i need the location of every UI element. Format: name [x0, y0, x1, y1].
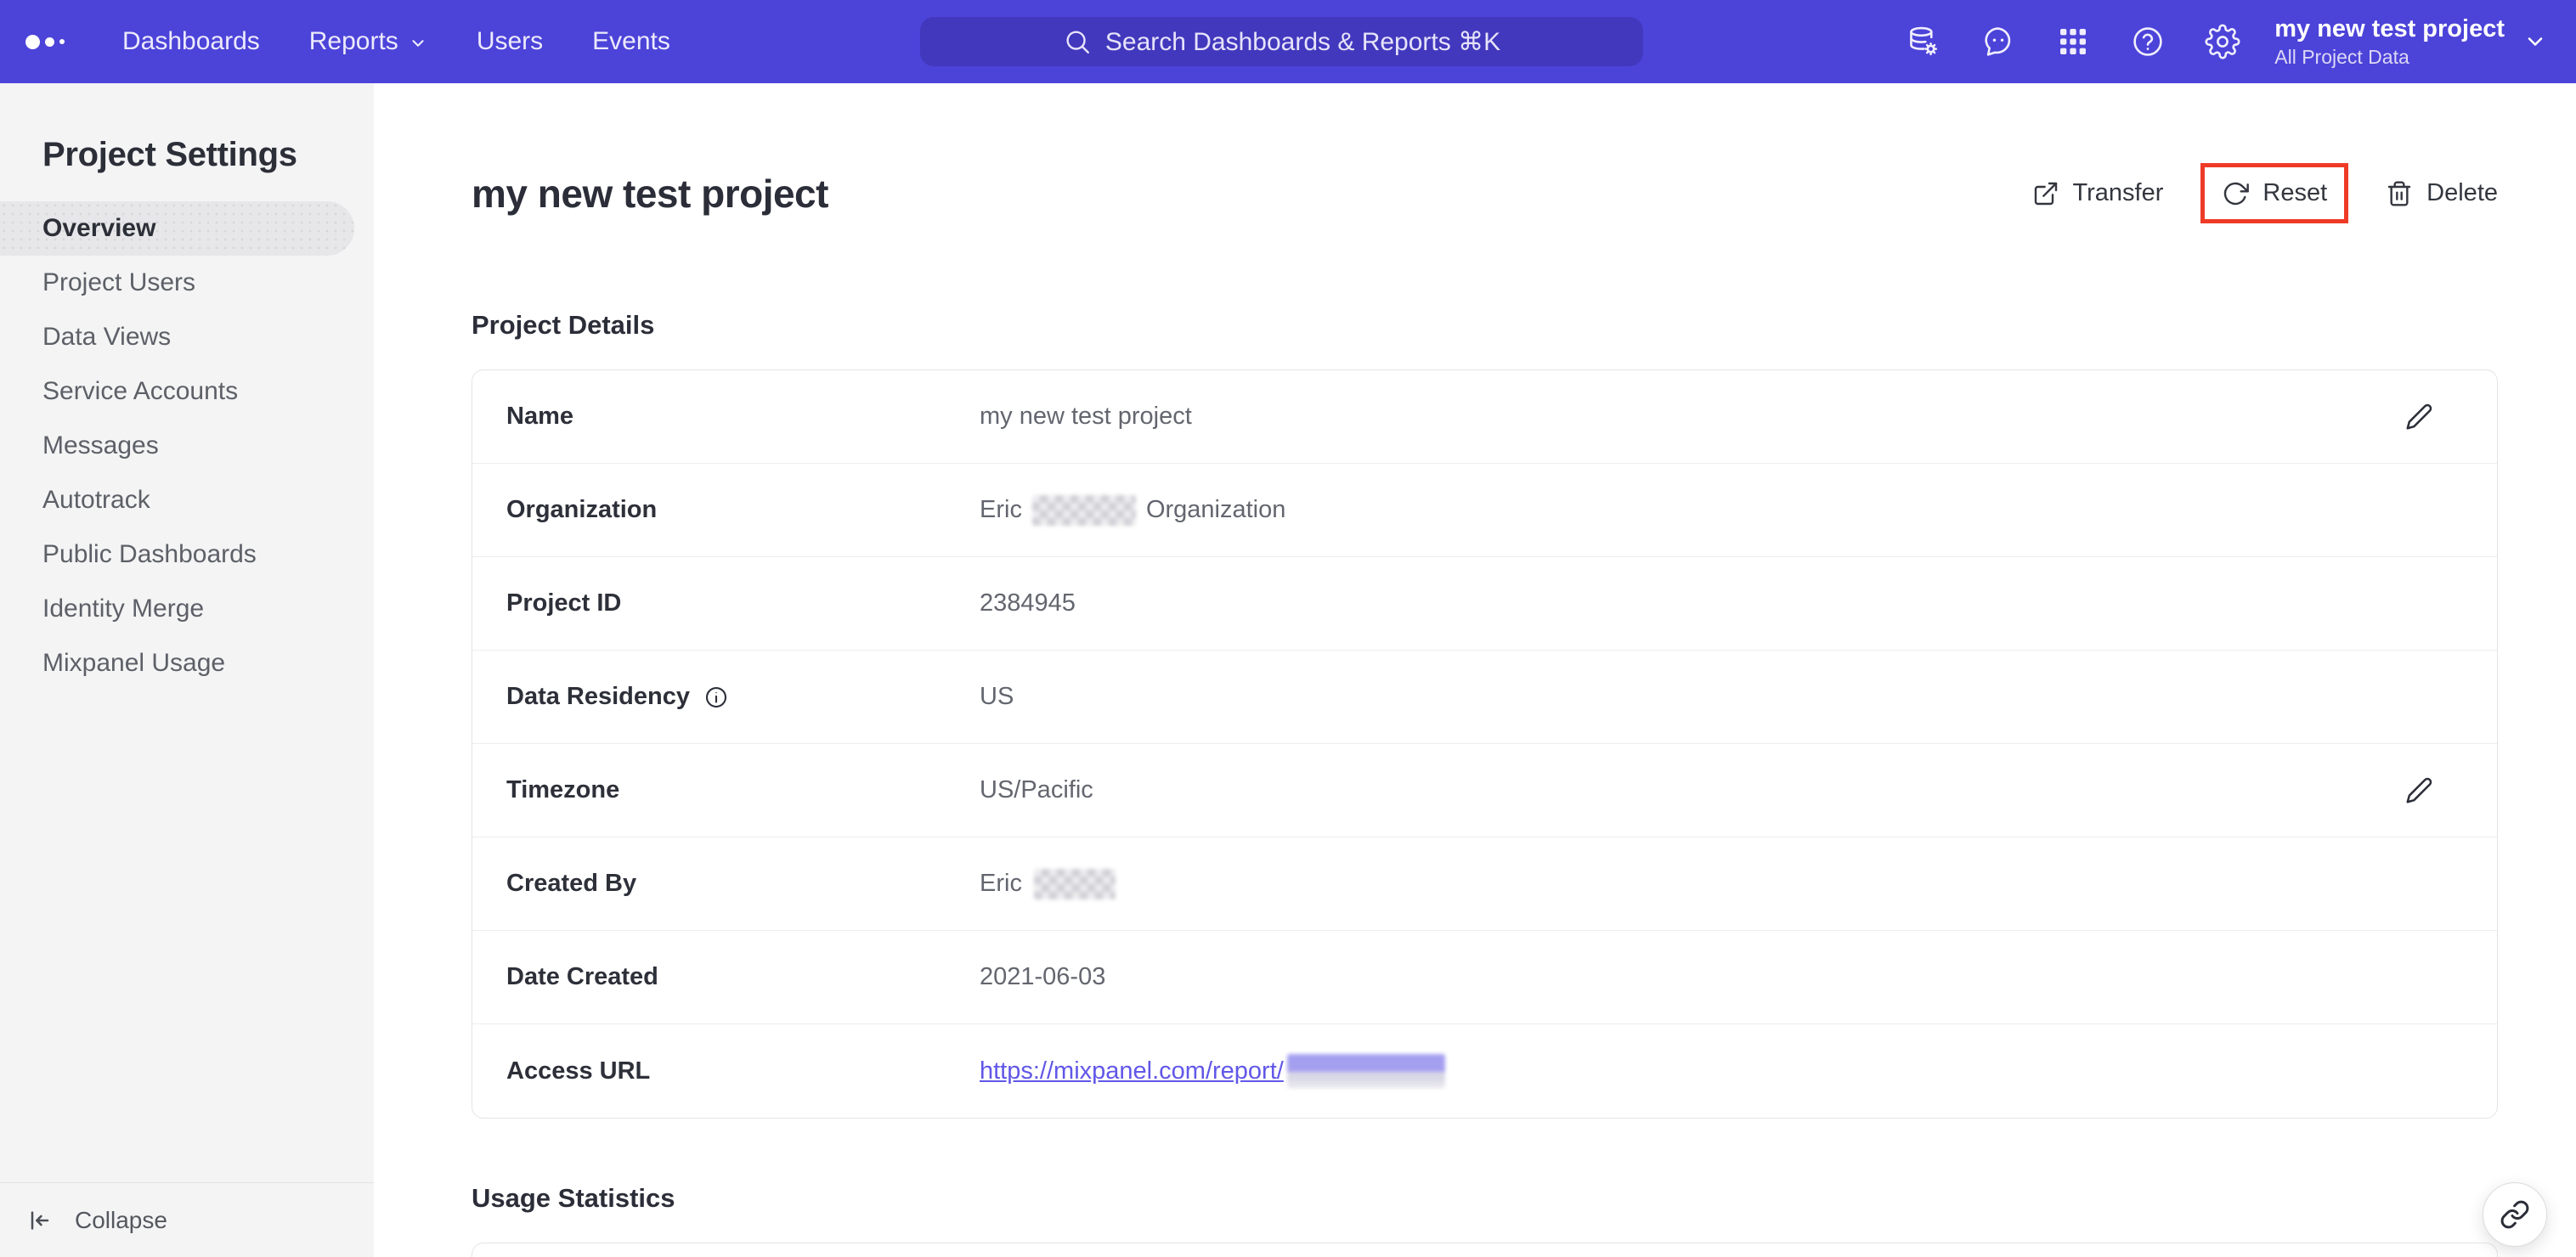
row-label: Created By: [506, 870, 637, 897]
copy-link-button[interactable]: [2483, 1182, 2547, 1247]
row-label: Organization: [506, 496, 658, 523]
usage-statistics-card: [472, 1243, 2498, 1257]
access-url-link[interactable]: https://mixpanel.com/report/: [980, 1057, 1284, 1085]
detail-row-organization: Organization Eric Organization: [472, 464, 2497, 557]
nav-reports-label: Reports: [308, 27, 398, 55]
row-label: Name: [506, 403, 573, 430]
settings-menu: Overview Project Users Data Views Servic…: [0, 201, 374, 691]
row-value: US/Pacific: [980, 776, 1093, 803]
section-project-details: Project Details: [472, 310, 655, 340]
sidebar-title: Project Settings: [42, 136, 297, 173]
row-value: Eric: [980, 496, 1022, 523]
redacted-text: [1031, 494, 1136, 526]
chevron-down-icon: [2528, 37, 2543, 46]
section-usage-statistics: Usage Statistics: [472, 1183, 675, 1213]
reset-label: Reset: [2262, 179, 2328, 206]
nav-reports[interactable]: Reports: [309, 27, 427, 56]
help-icon[interactable]: [2130, 24, 2166, 59]
mixpanel-logo-icon[interactable]: [25, 34, 65, 49]
sidebar-item-autotrack[interactable]: Autotrack: [0, 473, 354, 527]
redacted-text: [1286, 1054, 1445, 1088]
row-value: US: [980, 683, 1014, 710]
settings-gear-icon[interactable]: [2205, 24, 2240, 59]
detail-row-access-url: Access URL https://mixpanel.com/report/: [472, 1024, 2497, 1118]
feedback-icon[interactable]: [1980, 24, 2016, 59]
edit-name-button[interactable]: [2405, 403, 2433, 431]
sidebar-item-messages[interactable]: Messages: [0, 419, 354, 473]
detail-row-date-created: Date Created 2021-06-03: [472, 931, 2497, 1024]
nav-dashboards[interactable]: Dashboards: [122, 27, 260, 56]
nav-events[interactable]: Events: [592, 27, 670, 56]
external-link-icon: [2034, 182, 2057, 205]
detail-row-data-residency: Data Residency US: [472, 651, 2497, 744]
project-switcher[interactable]: my new test project All Project Data: [2274, 15, 2547, 69]
pencil-icon: [2406, 403, 2432, 430]
detail-row-created-by: Created By Eric: [472, 837, 2497, 931]
row-label: Date Created: [506, 963, 658, 990]
collapse-button[interactable]: Collapse: [0, 1182, 374, 1257]
row-value: 2021-06-03: [980, 963, 1106, 990]
transfer-button[interactable]: Transfer: [2032, 179, 2164, 207]
trash-icon: [2387, 180, 2411, 206]
delete-button[interactable]: Delete: [2386, 179, 2498, 207]
row-value: 2384945: [980, 589, 1076, 617]
row-label: Access URL: [506, 1057, 651, 1085]
sidebar-item-data-views[interactable]: Data Views: [0, 310, 354, 364]
collapse-icon: [31, 1210, 49, 1230]
row-value: Organization: [1145, 496, 1286, 523]
reset-button[interactable]: Reset: [2222, 179, 2327, 207]
pencil-icon: [2406, 777, 2432, 803]
sidebar-item-identity-merge[interactable]: Identity Merge: [0, 582, 354, 636]
detail-row-name: Name my new test project: [472, 370, 2497, 464]
row-value: my new test project: [980, 403, 1192, 430]
chevron-down-icon: [412, 39, 424, 47]
apps-grid-icon[interactable]: [2055, 24, 2091, 59]
top-navbar: Dashboards Reports Users Events Search D…: [0, 0, 2576, 83]
redacted-text: [1033, 868, 1116, 899]
project-details-card: Name my new test project Organization Er…: [472, 369, 2498, 1119]
row-label: Data Residency: [506, 683, 690, 710]
navbar-utilities: my new test project All Project Data: [1906, 0, 2547, 83]
row-label: Timezone: [506, 776, 620, 803]
current-project-name: my new test project: [2274, 14, 2505, 42]
sidebar-item-overview[interactable]: Overview: [0, 201, 354, 256]
link-icon: [2500, 1200, 2529, 1229]
edit-timezone-button[interactable]: [2405, 776, 2433, 804]
search-placeholder: Search Dashboards & Reports ⌘K: [1104, 27, 1501, 56]
search-input[interactable]: Search Dashboards & Reports ⌘K: [920, 17, 1643, 66]
search-icon: [1066, 31, 1089, 54]
settings-sidebar: Project Settings Overview Project Users …: [0, 83, 374, 1257]
main-nav: Dashboards Reports Users Events: [122, 27, 670, 56]
detail-row-project-id: Project ID 2384945: [472, 557, 2497, 651]
sidebar-item-service-accounts[interactable]: Service Accounts: [0, 364, 354, 419]
data-management-icon[interactable]: [1906, 24, 1941, 59]
row-label: Project ID: [506, 589, 622, 617]
current-project-scope: All Project Data: [2274, 45, 2409, 68]
collapse-label: Collapse: [75, 1206, 167, 1233]
info-icon[interactable]: [703, 685, 729, 710]
row-value: Eric: [980, 870, 1022, 897]
sidebar-item-mixpanel-usage[interactable]: Mixpanel Usage: [0, 636, 354, 691]
sidebar-item-public-dashboards[interactable]: Public Dashboards: [0, 527, 354, 582]
annotation-reset-highlight: Reset: [2200, 163, 2349, 223]
detail-row-timezone: Timezone US/Pacific: [472, 744, 2497, 837]
main-content: my new test project Transfer Reset Delet…: [374, 83, 2576, 1257]
reset-icon: [2224, 182, 2250, 205]
nav-users[interactable]: Users: [477, 27, 543, 56]
project-actions: Transfer Reset Delete: [2032, 163, 2498, 223]
delete-label: Delete: [2426, 179, 2498, 206]
sidebar-item-project-users[interactable]: Project Users: [0, 256, 354, 310]
page-title: my new test project: [472, 171, 828, 216]
transfer-label: Transfer: [2072, 179, 2164, 206]
